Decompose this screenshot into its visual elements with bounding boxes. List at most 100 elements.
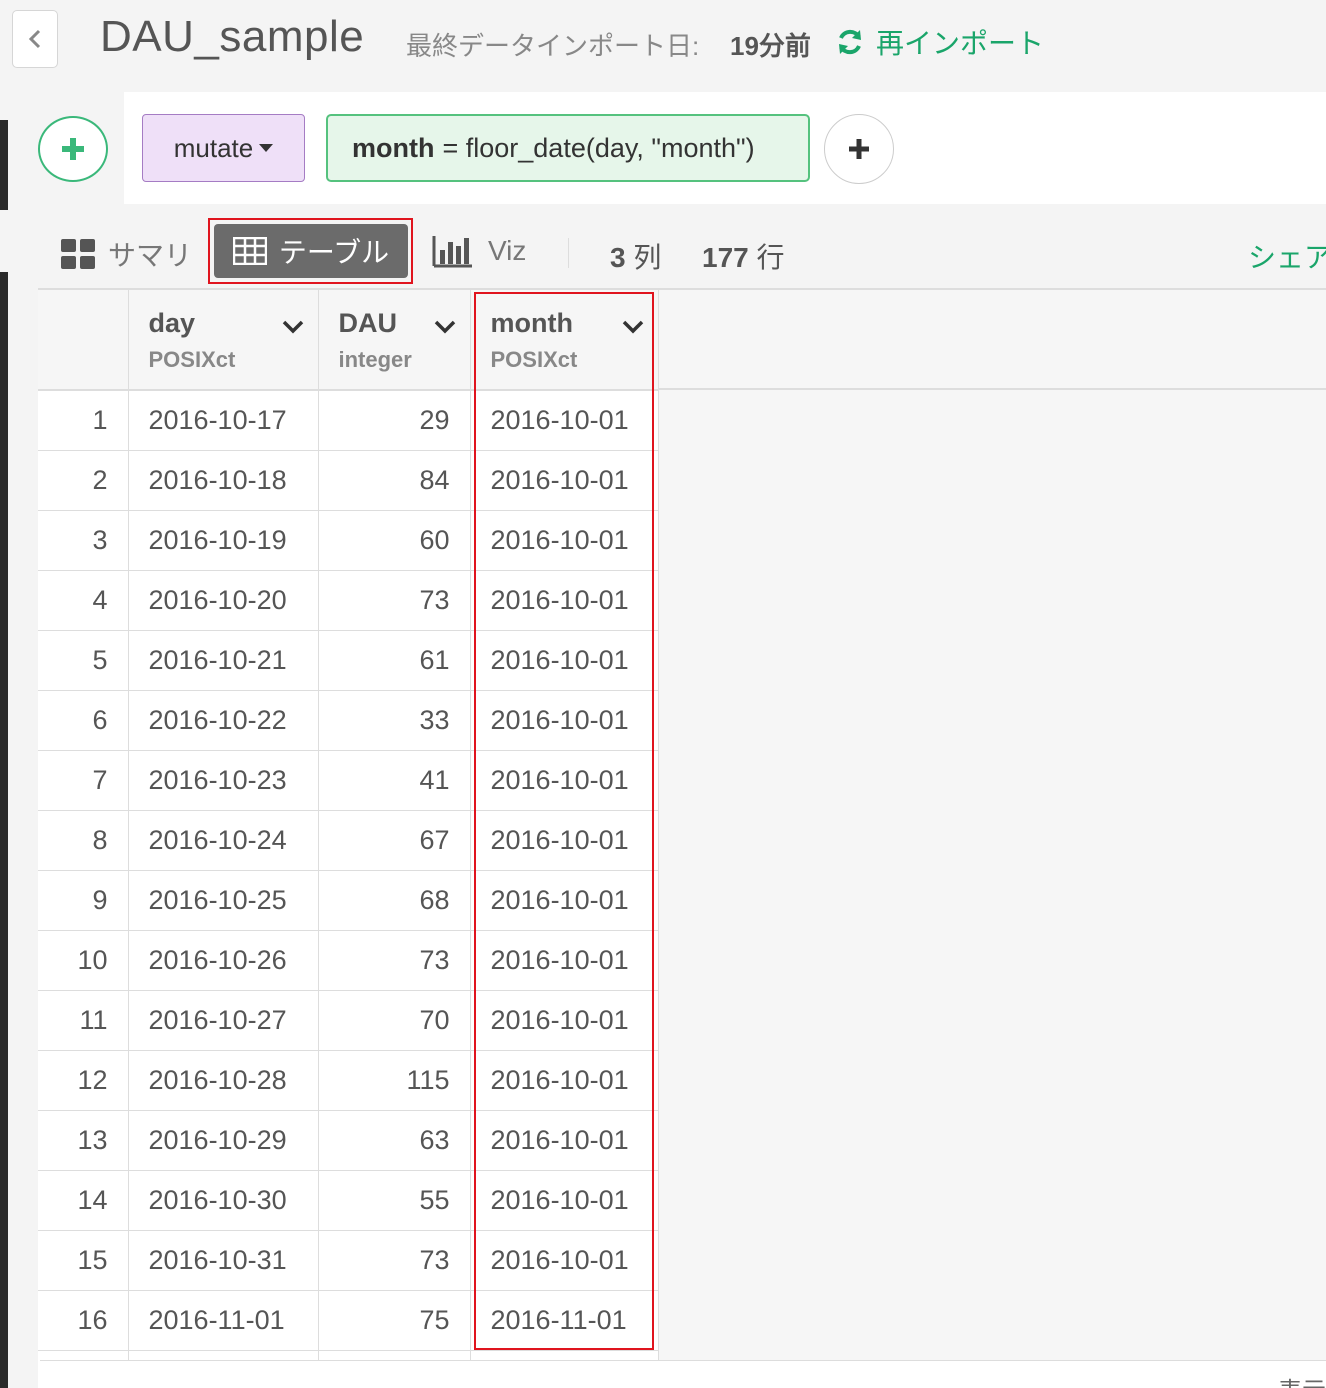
expression-input[interactable]: month = floor_date(day, "month") xyxy=(326,114,810,182)
reimport-label: 再インポート xyxy=(876,28,1045,59)
cell-dau: 60 xyxy=(318,510,471,571)
table-row: 9 2016-10-25 68 2016-10-01 xyxy=(38,870,659,931)
grid-icon xyxy=(61,239,95,269)
cell-day: 2016-10-18 xyxy=(128,450,319,511)
column-count-value: 3 xyxy=(610,242,626,273)
add-step-button[interactable] xyxy=(38,116,108,182)
cell-dau: 73 xyxy=(318,930,471,991)
cell-day: 2016-10-27 xyxy=(128,990,319,1051)
table-row: 3 2016-10-19 60 2016-10-01 xyxy=(38,510,659,571)
data-table-area: day POSIXct DAU integer month POSIXct 12… xyxy=(38,288,1326,1388)
cell-month: 2016-10-01 xyxy=(470,570,659,631)
row-count-unit: 行 xyxy=(756,242,785,273)
table-icon xyxy=(232,237,267,265)
table-row: 11 2016-10-27 70 2016-10-01 xyxy=(38,990,659,1051)
tab-viz[interactable]: Viz xyxy=(432,234,526,268)
table-row: 8 2016-10-24 67 2016-10-01 xyxy=(38,810,659,871)
column-header-month[interactable]: month POSIXct xyxy=(470,290,659,391)
chevron-down-icon[interactable] xyxy=(434,320,456,334)
column-header-dau[interactable]: DAU integer xyxy=(318,290,471,391)
cell-month: 2016-10-01 xyxy=(470,630,659,691)
cell-dau: 73 xyxy=(318,570,471,631)
table-row: 10 2016-10-26 73 2016-10-01 xyxy=(38,930,659,991)
cell-month: 2016-10-01 xyxy=(470,1050,659,1111)
cell-day: 2016-10-23 xyxy=(128,750,319,811)
cell-day: 2016-11-01 xyxy=(128,1290,319,1351)
cell-day: 2016-10-30 xyxy=(128,1170,319,1231)
reimport-button[interactable]: 再インポート xyxy=(836,22,1044,62)
back-button[interactable] xyxy=(12,10,58,68)
column-type: integer xyxy=(338,347,412,372)
cell-dau: 75 xyxy=(318,1290,471,1351)
row-index: 7 xyxy=(38,750,129,811)
cell-dau: 63 xyxy=(318,1110,471,1171)
divider xyxy=(568,238,569,268)
cell-dau: 33 xyxy=(318,690,471,751)
cell-month: 2016-10-01 xyxy=(470,750,659,811)
tab-summary-label: サマリ xyxy=(108,240,193,271)
row-index: 5 xyxy=(38,630,129,691)
chevron-down-icon[interactable] xyxy=(622,320,644,334)
add-after-button[interactable] xyxy=(824,114,894,184)
refresh-icon xyxy=(839,29,861,55)
table-header-row: day POSIXct DAU integer month POSIXct xyxy=(38,290,659,391)
table-row: 12 2016-10-28 115 2016-10-01 xyxy=(38,1050,659,1111)
header: DAU_sample 最終データインポート日: 19分前 再インポート xyxy=(8,0,1326,80)
table-row: 6 2016-10-22 33 2016-10-01 xyxy=(38,690,659,751)
chevron-down-icon[interactable] xyxy=(282,320,304,334)
command-dropdown[interactable]: mutate xyxy=(142,114,305,182)
cell-dau: 84 xyxy=(318,450,471,511)
expression-column: month xyxy=(352,132,435,163)
window-edge xyxy=(0,0,8,1388)
table-row: 15 2016-10-31 73 2016-10-01 xyxy=(38,1230,659,1291)
cell-month: 2016-10-01 xyxy=(470,390,659,451)
table-row: 5 2016-10-21 61 2016-10-01 xyxy=(38,630,659,691)
import-date-label: 最終データインポート日: xyxy=(406,31,700,61)
cell-month: 2016-10-01 xyxy=(470,870,659,931)
row-index: 15 xyxy=(38,1230,129,1291)
cell-day: 2016-10-24 xyxy=(128,810,319,871)
index-header xyxy=(38,290,129,391)
cell-month: 2016-10-01 xyxy=(470,450,659,511)
caret-down-icon xyxy=(259,144,274,152)
share-link[interactable]: シェア xyxy=(1248,236,1326,276)
column-type: POSIXct xyxy=(148,347,236,372)
chevron-left-icon xyxy=(28,29,41,49)
table-row: 1 2016-10-17 29 2016-10-01 xyxy=(38,390,659,451)
row-index: 14 xyxy=(38,1170,129,1231)
cell-dau: 55 xyxy=(318,1170,471,1231)
cell-dau: 29 xyxy=(318,390,471,451)
plus-icon xyxy=(849,139,869,159)
cell-month: 2016-10-01 xyxy=(470,690,659,751)
divider xyxy=(659,388,1326,390)
column-count: 3 列 xyxy=(610,236,661,276)
cell-day: 2016-10-26 xyxy=(128,930,319,991)
cell-dau: 68 xyxy=(318,870,471,931)
cell-day: 2016-10-25 xyxy=(128,870,319,931)
tab-table[interactable]: テーブル xyxy=(214,224,408,278)
cell-day: 2016-10-20 xyxy=(128,570,319,631)
cell-day: 2016-10-17 xyxy=(128,390,319,451)
page-title: DAU_sample xyxy=(100,12,365,61)
command-label: mutate xyxy=(173,132,254,163)
cell-month: 2016-10-01 xyxy=(470,510,659,571)
row-index: 3 xyxy=(38,510,129,571)
cell-dau: 61 xyxy=(318,630,471,691)
column-header-day[interactable]: day POSIXct xyxy=(128,290,319,391)
tab-summary[interactable]: サマリ xyxy=(60,234,192,274)
bar-chart-icon xyxy=(432,236,472,268)
row-index: 13 xyxy=(38,1110,129,1171)
cell-dau: 67 xyxy=(318,810,471,871)
table-empty-area xyxy=(658,290,1326,1388)
table-row: 2 2016-10-18 84 2016-10-01 xyxy=(38,450,659,511)
plus-icon xyxy=(62,138,84,160)
data-table: day POSIXct DAU integer month POSIXct 12… xyxy=(38,290,659,1388)
row-index: 2 xyxy=(38,450,129,511)
cell-day: 2016-10-29 xyxy=(128,1110,319,1171)
row-index: 8 xyxy=(38,810,129,871)
row-count-value: 177 xyxy=(702,242,749,273)
cell-dau: 41 xyxy=(318,750,471,811)
cell-month: 2016-10-01 xyxy=(470,930,659,991)
table-row: 7 2016-10-23 41 2016-10-01 xyxy=(38,750,659,811)
cell-month: 2016-10-01 xyxy=(470,990,659,1051)
